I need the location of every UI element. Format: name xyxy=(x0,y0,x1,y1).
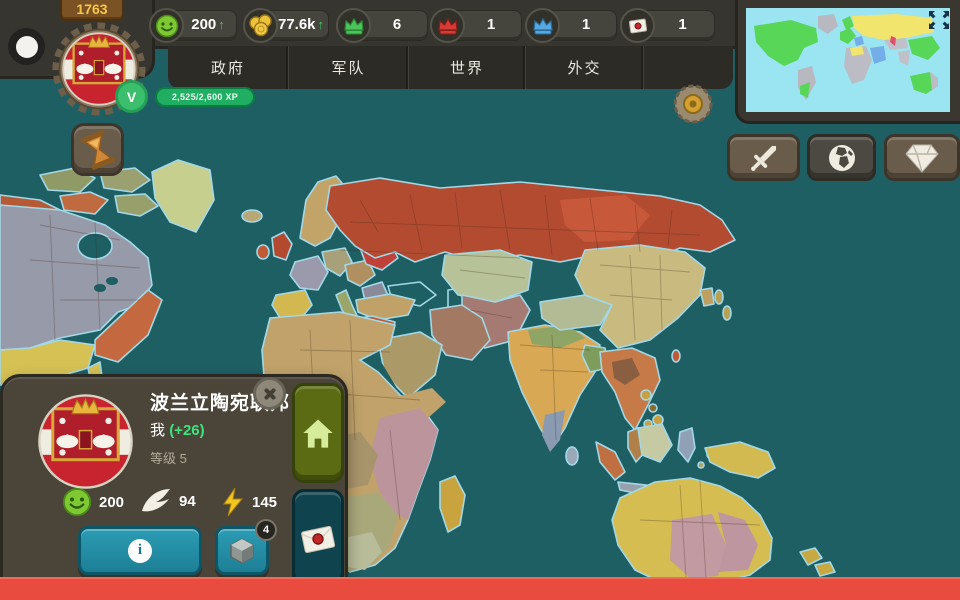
world-view-button[interactable] xyxy=(807,134,876,181)
tab-diplomacy[interactable]: 外交 xyxy=(526,46,644,89)
alert-bar xyxy=(0,577,960,600)
hexagon-icon xyxy=(230,537,254,564)
resource-crown-green[interactable]: 6 xyxy=(336,8,428,43)
trend-up-icon: ↑ xyxy=(218,17,225,32)
player-avatar-button[interactable] xyxy=(8,28,45,65)
stat-wing: 94 xyxy=(140,487,196,515)
country-flag xyxy=(37,393,134,490)
tab-army[interactable]: 军队 xyxy=(289,46,409,89)
resource-crown-blue[interactable]: 1 xyxy=(525,8,617,43)
hourglass-icon xyxy=(80,129,115,170)
owner-label: 我 xyxy=(150,422,166,439)
resource-messages[interactable]: 1 xyxy=(620,8,715,43)
info-icon: i xyxy=(128,538,152,563)
resource-value: 200 xyxy=(191,16,217,33)
stat-happiness: 200 xyxy=(62,487,124,517)
resource-happiness[interactable]: 200 ↑ xyxy=(149,8,237,43)
sword-icon xyxy=(750,145,776,171)
minimap-expand-icon[interactable] xyxy=(928,10,950,30)
trend-up-icon: ↑ xyxy=(317,17,325,32)
country-owner: 我 (+26) xyxy=(150,419,205,440)
resource-value: 1 xyxy=(678,16,687,33)
resource-value: 77.6k xyxy=(277,16,316,33)
home-button[interactable] xyxy=(292,383,344,483)
home-icon xyxy=(303,419,333,448)
war-button[interactable] xyxy=(727,134,800,181)
minimap-canvas xyxy=(746,8,950,112)
envelope-seal-icon xyxy=(301,525,336,554)
year-banner: 1763 xyxy=(60,0,124,21)
minimap[interactable] xyxy=(735,0,960,124)
globe-icon xyxy=(828,144,855,171)
mail-button[interactable] xyxy=(292,489,344,589)
resource-value: 1 xyxy=(486,16,496,33)
tab-spacer xyxy=(644,46,733,89)
close-icon[interactable] xyxy=(253,377,286,410)
coins-icon xyxy=(243,8,278,43)
resource-value: 6 xyxy=(392,16,402,33)
xp-progress-pill: 2,525/2,600 XP xyxy=(155,87,255,107)
crown-red-icon xyxy=(430,8,465,43)
crown-blue-icon xyxy=(525,8,560,43)
avatar-icon xyxy=(15,35,38,58)
wing-icon xyxy=(142,489,170,512)
tab-government[interactable]: 政府 xyxy=(168,46,289,89)
province-count-badge: 4 xyxy=(255,519,277,541)
info-button[interactable]: i xyxy=(78,526,202,575)
tab-row: 政府 军队 世界 外交 xyxy=(168,46,733,89)
lightning-icon xyxy=(223,487,244,517)
resource-gold[interactable]: 77.6k ↑ xyxy=(243,8,329,43)
owner-bonus: (+26) xyxy=(169,422,205,439)
level-badge: V xyxy=(115,80,148,113)
stat-value: 94 xyxy=(179,492,196,510)
country-level: 等级 5 xyxy=(150,451,187,466)
resource-crown-red[interactable]: 1 xyxy=(430,8,522,43)
stat-energy: 145 xyxy=(221,487,277,517)
year-label: 1763 xyxy=(76,1,108,17)
premium-button[interactable] xyxy=(884,134,960,181)
stat-value: 200 xyxy=(99,493,125,511)
smiley-icon xyxy=(149,8,184,43)
resource-value: 1 xyxy=(581,16,591,33)
game-screen: 1763 V 2,525/2,600 XP 200↑ 77.6k↑ 6 1 xyxy=(0,0,960,600)
history-time-button[interactable] xyxy=(71,123,124,176)
diamond-icon xyxy=(905,144,939,173)
crown-green-icon xyxy=(336,8,371,43)
letter-icon xyxy=(620,8,655,43)
coin-button[interactable] xyxy=(672,84,714,124)
stat-value: 145 xyxy=(252,493,278,511)
tab-world[interactable]: 世界 xyxy=(409,46,526,89)
smiley-icon xyxy=(62,487,92,517)
